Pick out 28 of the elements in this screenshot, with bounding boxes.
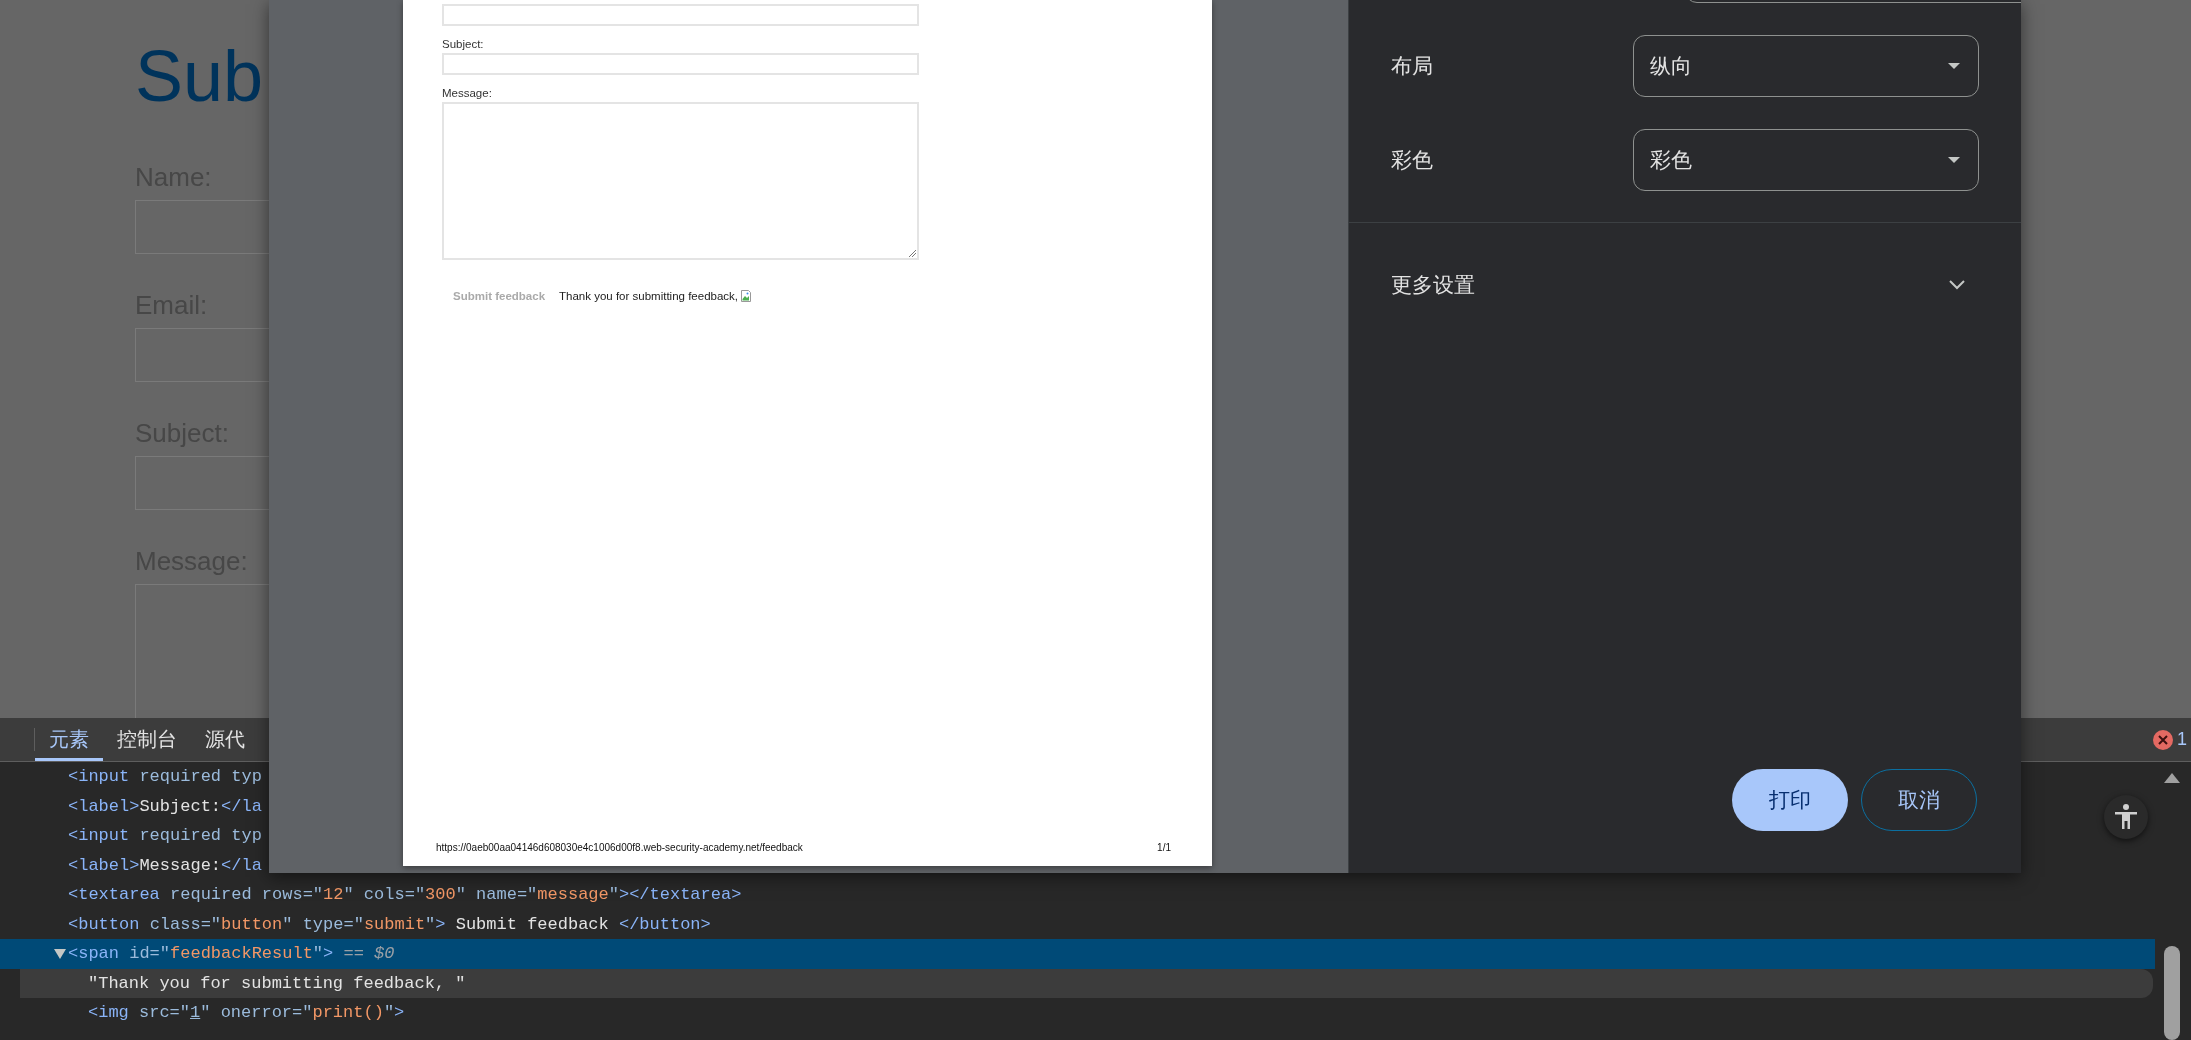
devtools-tab[interactable]: 元素 xyxy=(35,718,103,761)
code-line[interactable]: <textarea required rows="12" cols="300" name="message"></textarea> xyxy=(0,880,2155,910)
setting-label: 布局 xyxy=(1391,53,1434,79)
scroll-up-icon[interactable] xyxy=(2163,773,2180,783)
page-heading: Sub xyxy=(135,40,264,112)
expand-triangle-icon[interactable] xyxy=(54,948,66,959)
setting-label: 彩色 xyxy=(1391,147,1434,173)
field-label: Message: xyxy=(442,87,492,99)
print-button[interactable]: 打印 xyxy=(1732,769,1848,831)
dropdown-caret-icon xyxy=(1948,63,1960,69)
error-icon xyxy=(2153,729,2173,750)
accessibility-icon xyxy=(2114,804,2138,830)
code-line[interactable]: <button class="button" type="submit"> Submit feedback </button> xyxy=(0,909,2155,939)
error-count[interactable]: 1 xyxy=(2177,729,2187,750)
broken-image-icon xyxy=(741,290,752,302)
chevron-icon xyxy=(1949,280,1965,290)
page-number: 1/1 xyxy=(1157,842,1171,853)
field-label: Subject: xyxy=(442,38,484,50)
setting-dropdown[interactable]: 彩色 xyxy=(1633,129,1979,191)
devtools-tab[interactable]: 控制台 xyxy=(103,718,191,761)
resize-grip-icon xyxy=(908,249,916,257)
dropdown-caret-icon xyxy=(1948,157,1960,163)
more-settings-toggle[interactable]: 更多设置 xyxy=(1349,271,2021,299)
page-url: https://0aeb00aa04146d608030e4c1006d00f8.web-security-academy.net/feedback xyxy=(436,842,803,853)
devtools-tab[interactable]: 源代 xyxy=(191,718,259,761)
setting-dropdown[interactable]: 纵向 xyxy=(1633,35,1979,97)
feedback-result-text: Thank you for submitting feedback, xyxy=(559,290,739,302)
code-line[interactable]: <img src="1" onerror="print()"> xyxy=(20,998,2155,1028)
